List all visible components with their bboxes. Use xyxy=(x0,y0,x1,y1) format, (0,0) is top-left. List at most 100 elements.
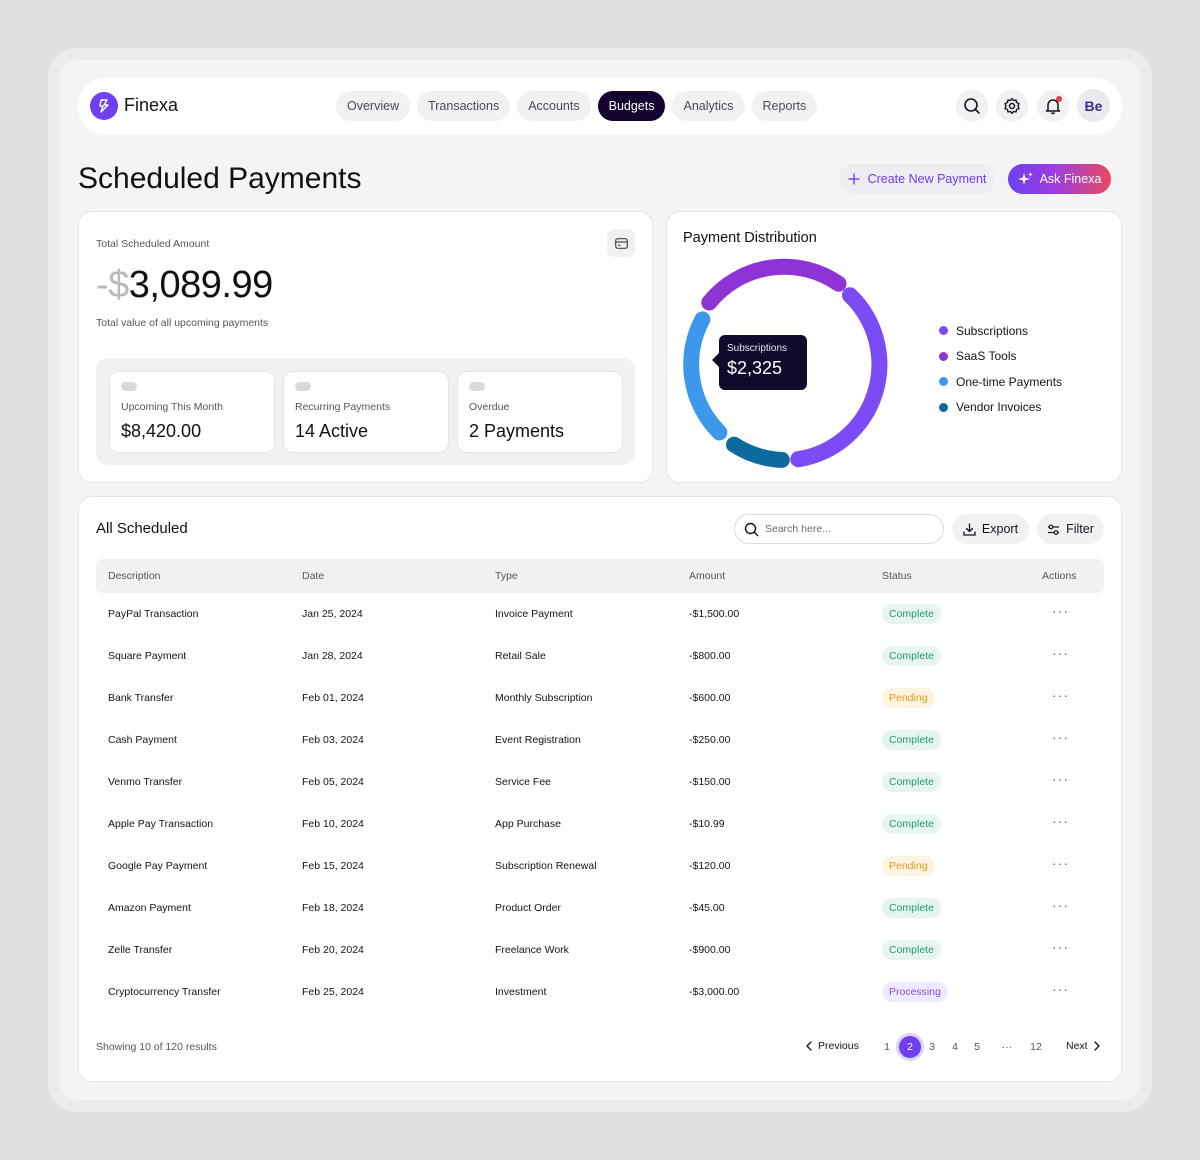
donut-segment-vendor-invoices[interactable] xyxy=(726,436,790,468)
legend-item-subscriptions[interactable]: Subscriptions xyxy=(939,318,1062,344)
finexa-logo-icon[interactable] xyxy=(90,92,118,120)
chevron-right-icon xyxy=(1093,1041,1100,1051)
status-badge: Complete xyxy=(882,940,941,960)
row-actions-menu-button[interactable]: ··· xyxy=(1052,645,1069,661)
row-date: Feb 25, 2024 xyxy=(302,986,364,998)
next-page-button[interactable]: Next xyxy=(1066,1040,1101,1052)
ask-finexa-button[interactable]: Ask Finexa xyxy=(1008,164,1111,194)
avatar[interactable]: Be xyxy=(1077,89,1110,122)
previous-page-button[interactable]: Previous xyxy=(805,1040,859,1052)
filter-button[interactable]: Filter xyxy=(1037,514,1104,544)
stat-value: 2 Payments xyxy=(469,421,565,441)
row-actions-menu-button[interactable]: ··· xyxy=(1052,771,1069,787)
row-description: Amazon Payment xyxy=(108,902,191,914)
legend-label: One-time Payments xyxy=(956,374,1063,389)
row-actions-menu-button[interactable]: ··· xyxy=(1052,813,1069,829)
row-actions-menu-button[interactable]: ··· xyxy=(1052,603,1069,619)
row-date: Feb 15, 2024 xyxy=(302,860,364,872)
legend-item-saas-tools[interactable]: SaaS Tools xyxy=(939,344,1062,370)
row-amount: -$800.00 xyxy=(689,650,731,662)
row-type: Subscription Renewal xyxy=(495,860,597,872)
legend-label: SaaS Tools xyxy=(956,349,1017,364)
nav-tabs: Overview Transactions Accounts Budgets A… xyxy=(336,91,818,121)
row-actions-menu-button[interactable]: ··· xyxy=(1052,729,1069,745)
row-description: Bank Transfer xyxy=(108,692,174,704)
stat-recurring-payments: Recurring Payments 14 Active xyxy=(283,371,449,453)
legend-label: Subscriptions xyxy=(956,323,1029,338)
create-new-payment-button[interactable]: Create New Payment xyxy=(839,164,995,194)
stat-label: Recurring Payments xyxy=(295,401,391,413)
row-date: Feb 01, 2024 xyxy=(302,692,364,704)
column-header-date[interactable]: Date xyxy=(302,570,324,582)
export-button[interactable]: Export xyxy=(952,514,1029,544)
row-actions-menu-button[interactable]: ··· xyxy=(1052,687,1069,703)
table-header xyxy=(96,559,1104,593)
column-header-status[interactable]: Status xyxy=(882,570,912,582)
donut-segment-one-time-payments[interactable] xyxy=(683,311,728,441)
row-description: Cryptocurrency Transfer xyxy=(108,986,221,998)
row-description: Google Pay Payment xyxy=(108,860,208,872)
donut-segment-subscriptions[interactable] xyxy=(790,287,888,468)
plus-icon xyxy=(848,173,860,185)
row-date: Feb 03, 2024 xyxy=(302,734,364,746)
column-header-amount[interactable]: Amount xyxy=(689,570,725,582)
notifications-button[interactable] xyxy=(1037,90,1069,122)
amount-value: 3,089.99 xyxy=(128,264,273,306)
download-icon xyxy=(963,522,976,536)
row-amount: -$120.00 xyxy=(689,860,731,872)
tab-analytics[interactable]: Analytics xyxy=(672,91,745,121)
page-4-button[interactable]: 4 xyxy=(944,1036,966,1058)
legend-item-one-time-payments[interactable]: One-time Payments xyxy=(939,369,1062,395)
stat-indicator xyxy=(121,382,137,391)
settings-button[interactable] xyxy=(996,90,1028,122)
legend-item-vendor-invoices[interactable]: Vendor Invoices xyxy=(939,395,1062,421)
tooltip-value: $2,325 xyxy=(727,358,783,378)
status-badge: Pending xyxy=(882,688,935,708)
row-type: Event Registration xyxy=(495,734,581,746)
chevron-left-icon xyxy=(806,1041,812,1051)
page-ellipsis: ··· xyxy=(1001,1041,1013,1053)
page-3-button[interactable]: 3 xyxy=(921,1036,943,1058)
page-1-button[interactable]: 1 xyxy=(876,1036,898,1058)
column-header-type[interactable]: Type xyxy=(495,570,518,582)
search-button[interactable] xyxy=(956,90,988,122)
row-amount: -$10.99 xyxy=(689,818,725,830)
status-badge: Pending xyxy=(882,856,935,876)
row-actions-menu-button[interactable]: ··· xyxy=(1052,897,1069,913)
export-label: Export xyxy=(981,522,1019,536)
status-badge: Complete xyxy=(882,604,941,624)
row-actions-menu-button[interactable]: ··· xyxy=(1052,855,1069,871)
chart-tooltip: Subscriptions $2,325 xyxy=(712,335,807,390)
search-field[interactable] xyxy=(734,514,944,544)
amount-caption: Total value of all upcoming payments xyxy=(96,317,269,329)
table-title: All Scheduled xyxy=(96,520,188,537)
tab-reports[interactable]: Reports xyxy=(751,91,818,121)
stat-upcoming-this-month: Upcoming This Month $8,420.00 xyxy=(109,371,275,453)
page-12-button[interactable]: 12 xyxy=(1025,1036,1047,1058)
page-5-button[interactable]: 5 xyxy=(966,1036,988,1058)
tab-accounts[interactable]: Accounts xyxy=(517,91,591,121)
sliders-icon xyxy=(1048,524,1060,535)
stat-value: $8,420.00 xyxy=(121,421,202,441)
search-input[interactable] xyxy=(765,523,935,535)
donut-segment-saas-tools[interactable] xyxy=(701,258,847,311)
status-badge: Complete xyxy=(882,814,941,834)
page-title: Scheduled Payments xyxy=(78,162,362,195)
row-actions-menu-button[interactable]: ··· xyxy=(1052,981,1069,997)
card-options-button[interactable] xyxy=(607,229,635,257)
column-header-description[interactable]: Description xyxy=(108,570,161,582)
tab-overview[interactable]: Overview xyxy=(336,91,411,121)
page-2-button[interactable]: 2 xyxy=(899,1036,921,1058)
row-date: Jan 25, 2024 xyxy=(302,608,363,620)
amount-prefix: -$ xyxy=(96,264,129,306)
tab-transactions[interactable]: Transactions xyxy=(417,91,511,121)
notification-dot xyxy=(1056,96,1062,102)
create-new-payment-label: Create New Payment xyxy=(867,172,987,186)
row-amount: -$250.00 xyxy=(689,734,731,746)
row-actions-menu-button[interactable]: ··· xyxy=(1052,939,1069,955)
row-type: Retail Sale xyxy=(495,650,546,662)
legend-label: Vendor Invoices xyxy=(956,400,1042,415)
row-description: Venmo Transfer xyxy=(108,776,183,788)
tab-budgets[interactable]: Budgets xyxy=(597,91,666,121)
legend-dot xyxy=(939,326,948,336)
